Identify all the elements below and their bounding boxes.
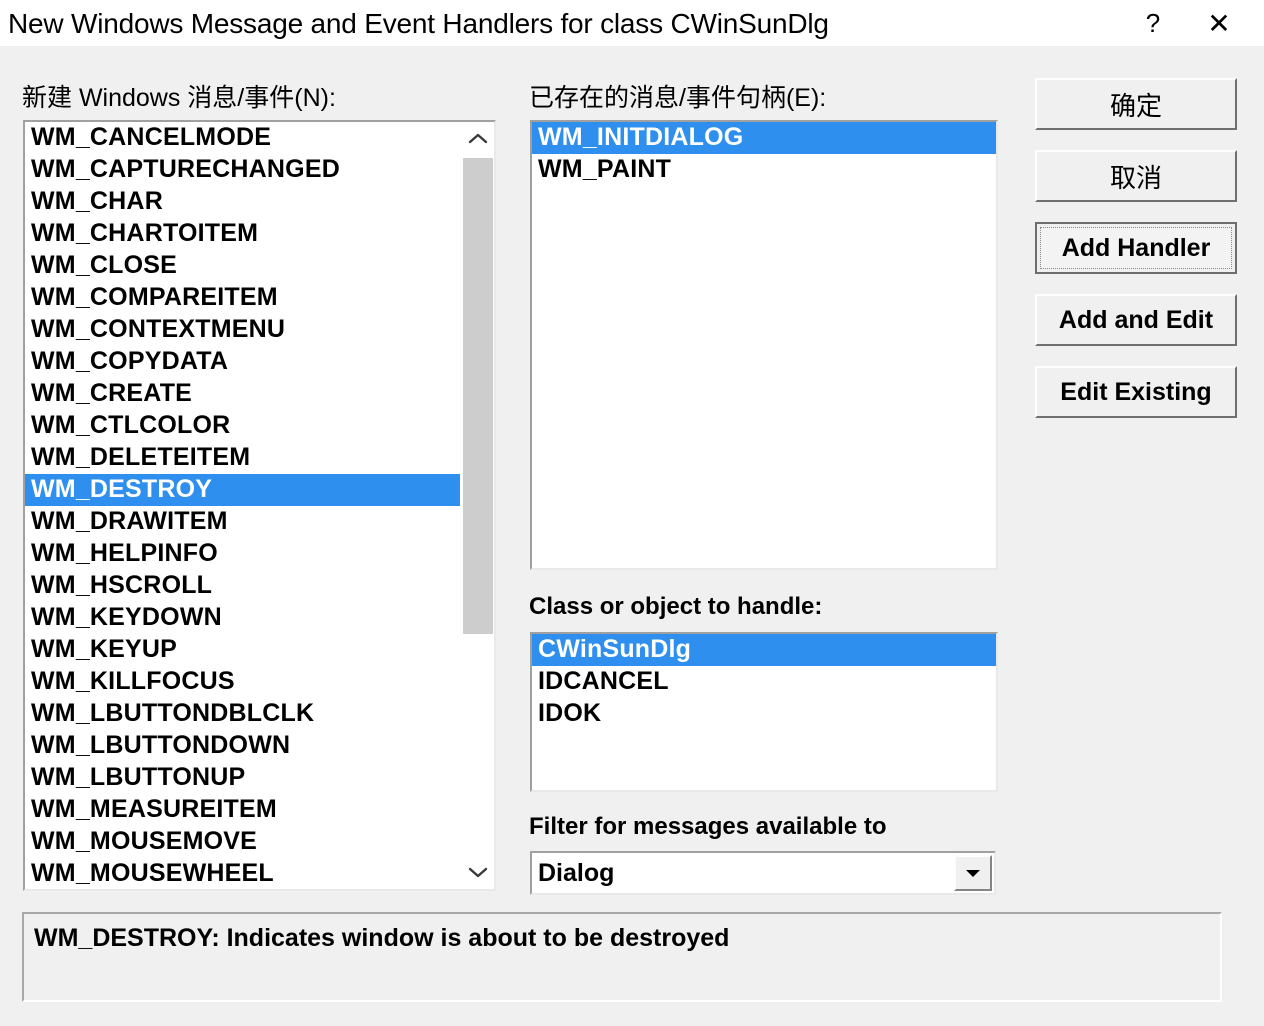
new-message-item[interactable]: WM_HELPINFO — [25, 538, 460, 570]
scroll-up-arrow-icon[interactable] — [461, 122, 494, 156]
new-message-item[interactable]: WM_DRAWITEM — [25, 506, 460, 538]
existing-handlers-items[interactable]: WM_INITDIALOG WM_PAINT — [532, 122, 996, 568]
new-message-item[interactable]: WM_MOUSEMOVE — [25, 826, 460, 858]
new-message-item[interactable]: WM_COPYDATA — [25, 346, 460, 378]
ok-button[interactable]: 确定 — [1035, 78, 1237, 130]
filter-combobox[interactable]: Dialog — [530, 851, 996, 895]
help-icon[interactable]: ? — [1122, 0, 1184, 47]
add-handler-focus-rect: Add Handler — [1040, 227, 1232, 269]
cancel-button[interactable]: 取消 — [1035, 150, 1237, 202]
new-message-item[interactable]: WM_MOUSEWHEEL — [25, 858, 460, 889]
new-messages-scrollbar[interactable] — [460, 122, 494, 889]
new-message-item[interactable]: WM_CREATE — [25, 378, 460, 410]
new-message-item[interactable]: WM_KILLFOCUS — [25, 666, 460, 698]
close-icon[interactable]: ✕ — [1188, 0, 1250, 47]
new-message-item[interactable]: WM_CONTEXTMENU — [25, 314, 460, 346]
new-messages-label: 新建 Windows 消息/事件(N): — [22, 84, 336, 112]
class-object-item[interactable]: IDOK — [532, 698, 996, 730]
existing-handlers-listbox[interactable]: WM_INITDIALOG WM_PAINT — [530, 120, 998, 570]
scroll-thumb[interactable] — [463, 158, 493, 634]
new-message-item[interactable]: WM_CLOSE — [25, 250, 460, 282]
new-message-item[interactable]: WM_DELETEITEM — [25, 442, 460, 474]
new-message-item[interactable]: WM_CAPTURECHANGED — [25, 154, 460, 186]
new-message-item[interactable]: WM_CHARTOITEM — [25, 218, 460, 250]
filter-label: Filter for messages available to — [529, 813, 887, 840]
add-and-edit-button[interactable]: Add and Edit — [1035, 294, 1237, 346]
new-message-item[interactable]: WM_LBUTTONUP — [25, 762, 460, 794]
new-message-item[interactable]: WM_LBUTTONDBLCLK — [25, 698, 460, 730]
new-message-item[interactable]: WM_COMPAREITEM — [25, 282, 460, 314]
new-message-item[interactable]: WM_MEASUREITEM — [25, 794, 460, 826]
new-messages-listbox[interactable]: WM_CANCELMODE WM_CAPTURECHANGED WM_CHAR WM_… — [23, 120, 496, 891]
new-message-item[interactable]: WM_DESTROY — [25, 474, 460, 506]
class-object-item[interactable]: CWinSunDlg — [532, 634, 996, 666]
class-or-object-label: Class or object to handle: — [529, 593, 823, 620]
existing-handler-item[interactable]: WM_PAINT — [532, 154, 996, 186]
add-handler-button[interactable]: Add Handler — [1035, 222, 1237, 274]
title-bar: New Windows Message and Event Handlers f… — [0, 0, 1264, 47]
filter-value: Dialog — [538, 858, 615, 887]
add-handler-label: Add Handler — [1061, 233, 1211, 262]
new-message-item[interactable]: WM_LBUTTONDOWN — [25, 730, 460, 762]
class-or-object-listbox[interactable]: CWinSunDlg IDCANCEL IDOK — [530, 632, 998, 792]
new-handlers-dialog: New Windows Message and Event Handlers f… — [0, 0, 1264, 1026]
description-panel: WM_DESTROY: Indicates window is about to… — [22, 912, 1222, 1002]
new-message-item[interactable]: WM_CTLCOLOR — [25, 410, 460, 442]
chevron-down-icon[interactable] — [954, 855, 992, 891]
window-title: New Windows Message and Event Handlers f… — [8, 8, 829, 39]
existing-handler-item[interactable]: WM_INITDIALOG — [532, 122, 996, 154]
new-message-item[interactable]: WM_KEYDOWN — [25, 602, 460, 634]
new-messages-items[interactable]: WM_CANCELMODE WM_CAPTURECHANGED WM_CHAR WM_… — [25, 122, 460, 889]
description-text: WM_DESTROY: Indicates window is about to… — [34, 924, 730, 952]
class-or-object-items[interactable]: CWinSunDlg IDCANCEL IDOK — [532, 634, 996, 790]
edit-existing-button[interactable]: Edit Existing — [1035, 366, 1237, 418]
class-object-item[interactable]: IDCANCEL — [532, 666, 996, 698]
new-message-item[interactable]: WM_CANCELMODE — [25, 122, 460, 154]
scroll-down-arrow-icon[interactable] — [461, 855, 494, 889]
new-message-item[interactable]: WM_HSCROLL — [25, 570, 460, 602]
existing-handlers-label: 已存在的消息/事件句柄(E): — [529, 84, 827, 112]
new-message-item[interactable]: WM_CHAR — [25, 186, 460, 218]
new-message-item[interactable]: WM_KEYUP — [25, 634, 460, 666]
